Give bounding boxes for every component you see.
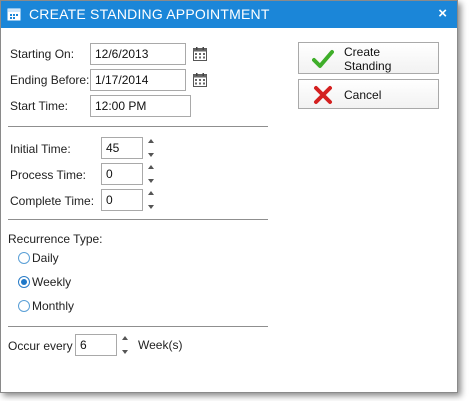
process-time-stepper[interactable] [147, 162, 157, 186]
spin-up-icon[interactable] [122, 336, 128, 340]
radio-daily-label[interactable]: Daily [32, 251, 59, 265]
create-standing-label-line1: Create [344, 45, 381, 59]
ending-before-label: Ending Before: [10, 73, 90, 87]
radio-monthly-label[interactable]: Monthly [32, 299, 74, 313]
process-time-label: Process Time: [10, 168, 87, 182]
initial-time-field[interactable] [101, 137, 143, 159]
complete-time-stepper[interactable] [147, 188, 157, 212]
spin-down-icon[interactable] [148, 153, 154, 157]
start-time-label: Start Time: [10, 99, 69, 113]
calendar-icon[interactable] [192, 46, 208, 62]
initial-time-label: Initial Time: [10, 142, 71, 156]
process-time-field[interactable] [101, 163, 143, 185]
spin-up-icon[interactable] [148, 191, 154, 195]
title-bar: CREATE STANDING APPOINTMENT × [1, 1, 457, 28]
spin-up-icon[interactable] [148, 165, 154, 169]
calendar-icon[interactable] [192, 72, 208, 88]
create-standing-button[interactable]: Create Standing [298, 42, 439, 74]
create-standing-appointment-dialog: CREATE STANDING APPOINTMENT × Starting O… [0, 0, 458, 393]
starting-on-label: Starting On: [10, 47, 75, 61]
cancel-button[interactable]: Cancel [298, 79, 439, 109]
divider [8, 126, 268, 127]
cancel-label: Cancel [344, 88, 382, 102]
spin-down-icon[interactable] [148, 179, 154, 183]
spin-down-icon[interactable] [148, 205, 154, 209]
occur-every-stepper[interactable] [121, 333, 131, 357]
occur-every-field[interactable] [75, 334, 117, 356]
radio-daily[interactable] [18, 252, 30, 264]
checkmark-icon [312, 50, 334, 68]
occur-unit-label: Week(s) [138, 338, 183, 352]
radio-monthly[interactable] [18, 300, 30, 312]
radio-weekly-label[interactable]: Weekly [32, 275, 71, 289]
close-button[interactable]: × [438, 5, 447, 22]
divider [8, 326, 268, 327]
calendar-icon [7, 8, 21, 21]
dialog-title: CREATE STANDING APPOINTMENT [29, 6, 270, 22]
create-standing-label-line2: Standing [344, 59, 392, 73]
complete-time-field[interactable] [101, 189, 143, 211]
complete-time-label: Complete Time: [10, 194, 95, 208]
occur-every-label: Occur every [8, 339, 73, 353]
cross-icon [314, 86, 332, 104]
initial-time-stepper[interactable] [147, 136, 157, 160]
spin-up-icon[interactable] [148, 139, 154, 143]
radio-weekly[interactable] [18, 276, 30, 288]
starting-on-field[interactable] [90, 43, 186, 65]
spin-down-icon[interactable] [122, 350, 128, 354]
ending-before-field[interactable] [90, 69, 186, 91]
recurrence-type-label: Recurrence Type: [8, 232, 103, 246]
divider [8, 219, 268, 220]
start-time-field[interactable] [90, 95, 191, 117]
